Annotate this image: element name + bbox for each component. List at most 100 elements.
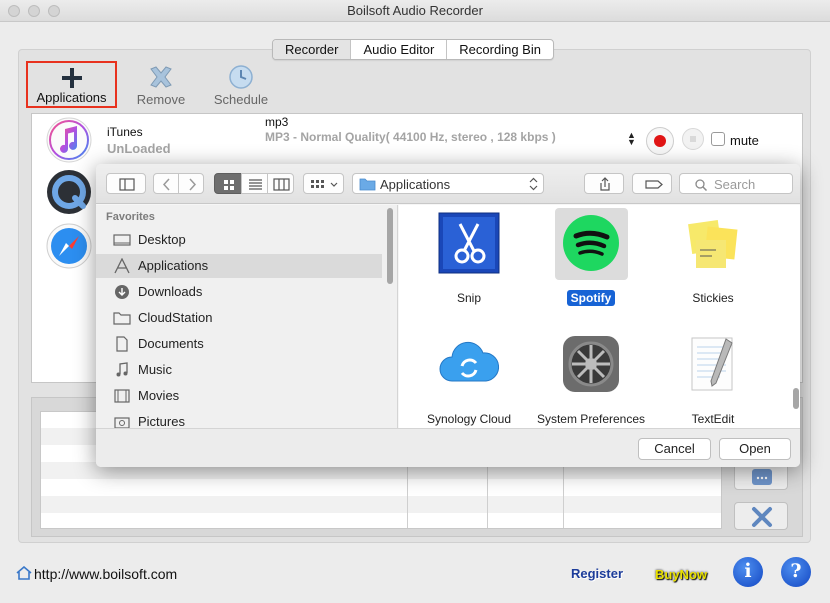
register-link[interactable]: Register [571, 566, 623, 581]
buynow-link[interactable]: BuyNow [655, 567, 707, 582]
tag-button[interactable] [632, 173, 672, 194]
forward-button[interactable] [178, 173, 204, 194]
arrange-button[interactable] [303, 173, 344, 194]
applications-button[interactable]: Applications [26, 61, 117, 108]
open-button[interactable]: Open [719, 438, 791, 460]
stop-button[interactable] [682, 128, 704, 150]
record-button[interactable] [646, 127, 674, 155]
icon-view-button[interactable] [214, 173, 242, 194]
delete-button[interactable] [734, 502, 788, 530]
finder-sidebar: Favorites Desktop Applications Downloads… [96, 205, 398, 428]
search-placeholder: Search [714, 177, 756, 192]
location-popup[interactable]: Applications [352, 173, 544, 194]
remove-button[interactable]: Remove [132, 62, 190, 107]
output-quality[interactable]: MP3 - Normal Quality( 44100 Hz, stereo ,… [265, 130, 556, 144]
mute-label: mute [730, 133, 759, 148]
app-name: Synology Cloud Station [426, 412, 512, 428]
sidebar-item-applications[interactable]: Applications [96, 254, 382, 278]
app-name: System Preferences [536, 412, 646, 426]
folder-icon [113, 312, 131, 325]
output-format[interactable]: mp3 [265, 115, 288, 129]
cancel-button[interactable]: Cancel [638, 438, 711, 460]
schedule-label: Schedule [213, 92, 269, 107]
columns-icon [273, 178, 290, 191]
tag-icon [645, 180, 663, 189]
sidebar-item-label: Downloads [138, 284, 203, 299]
sidebar-item-documents[interactable]: Documents [96, 332, 382, 356]
documents-icon [116, 336, 128, 352]
movies-icon [114, 389, 130, 403]
chevron-up-down-icon [529, 177, 538, 191]
sidebar-item-label: Music [138, 362, 172, 377]
sidebar-item-desktop[interactable]: Desktop [96, 228, 382, 252]
app-item-textedit[interactable]: TextEdit [658, 333, 768, 428]
sidebar-icon [119, 178, 135, 191]
app-name: TextEdit [691, 412, 735, 426]
mute-checkbox[interactable] [711, 132, 725, 146]
sidebar-item-movies[interactable]: Movies [96, 384, 382, 408]
sidebar-item-label: CloudStation [138, 310, 213, 325]
list-icon [249, 179, 262, 190]
share-button[interactable] [584, 173, 624, 194]
grid-icon [224, 180, 234, 190]
help-button[interactable]: ? [781, 557, 811, 587]
source-row-itunes[interactable]: iTunes UnLoaded mp3 MP3 - Normal Quality… [32, 114, 802, 166]
remove-label: Remove [136, 92, 186, 107]
app-name: Stickies [692, 291, 734, 305]
remove-icon [150, 66, 172, 88]
sidebar-scrollbar[interactable] [387, 208, 393, 284]
window-titlebar: Boilsoft Audio Recorder [0, 0, 830, 22]
delete-icon [752, 507, 772, 527]
stickies-icon [688, 220, 738, 268]
source-status: UnLoaded [107, 141, 171, 156]
system-preferences-icon [563, 336, 619, 392]
search-field[interactable]: Search [679, 173, 793, 194]
chevron-left-icon [162, 178, 170, 191]
app-name: Snip [456, 291, 482, 305]
desktop-icon [113, 234, 131, 246]
tab-audio-editor[interactable]: Audio Editor [350, 40, 446, 59]
search-icon [695, 179, 708, 192]
itunes-icon [46, 117, 92, 163]
format-stepper[interactable]: ▲ ▼ [627, 131, 636, 147]
tab-recording-bin[interactable]: Recording Bin [446, 40, 553, 59]
sidebar-item-pictures[interactable]: Pictures [96, 410, 382, 428]
sidebar-item-label: Pictures [138, 414, 185, 428]
app-name: Spotify [566, 290, 616, 306]
textedit-icon [691, 337, 733, 391]
sidebar-item-cloudstation[interactable]: CloudStation [96, 306, 382, 330]
favorites-heading: Favorites [106, 211, 155, 223]
sidebar-toggle-button[interactable] [106, 173, 146, 194]
app-item-stickies[interactable]: Stickies [658, 212, 768, 307]
folder-icon [359, 178, 376, 191]
grid-scrollbar[interactable] [793, 388, 799, 409]
website-link[interactable]: http://www.boilsoft.com [34, 566, 177, 582]
tab-recorder[interactable]: Recorder [273, 40, 351, 59]
sidebar-item-music[interactable]: Music [96, 358, 382, 382]
more-icon [752, 469, 772, 485]
app-item-synology[interactable]: Synology Cloud Station [414, 333, 524, 428]
safari-icon [46, 223, 92, 269]
app-item-spotify[interactable]: Spotify [536, 212, 646, 307]
open-application-dialog: Applications Search Favorites Desktop Ap… [96, 164, 800, 467]
window-title: Boilsoft Audio Recorder [347, 3, 483, 18]
schedule-button[interactable]: Schedule [209, 62, 273, 107]
list-view-button[interactable] [241, 173, 268, 194]
applications-icon [114, 258, 130, 274]
back-button[interactable] [153, 173, 179, 194]
sidebar-item-label: Movies [138, 388, 180, 403]
app-item-snip[interactable]: Snip [414, 212, 524, 307]
share-icon [600, 177, 610, 191]
sidebar-item-label: Desktop [138, 232, 186, 247]
app-item-system-preferences[interactable]: System Preferences [536, 333, 646, 428]
column-view-button[interactable] [267, 173, 294, 194]
snip-icon [438, 212, 500, 274]
sidebar-item-downloads[interactable]: Downloads [96, 280, 382, 304]
pictures-icon [114, 417, 130, 428]
applications-label: Applications [36, 90, 107, 105]
dialog-footer: Cancel Open [96, 428, 800, 467]
file-grid: Snip Spotify Stickies Synology Cloud Sys… [399, 205, 800, 428]
info-button[interactable]: i [733, 557, 763, 587]
sidebar-item-label: Documents [138, 336, 204, 351]
app-name-wrap: Spotify [536, 290, 646, 306]
